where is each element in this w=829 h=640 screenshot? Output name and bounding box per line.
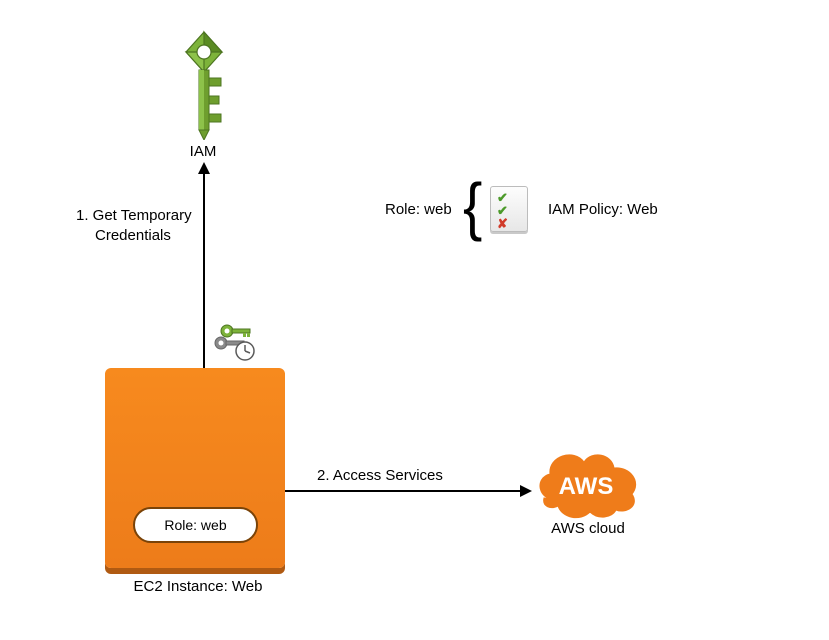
ec2-instance-box: Role: web bbox=[105, 368, 285, 568]
iam-key-icon bbox=[182, 30, 226, 145]
svg-text:AWS: AWS bbox=[559, 473, 614, 500]
ec2-role-text: Role: web bbox=[164, 517, 226, 533]
arrowhead-up-icon bbox=[198, 162, 210, 174]
iam-label: IAM bbox=[188, 143, 218, 160]
aws-cloud-icon: AWS bbox=[526, 440, 646, 525]
policy-label: IAM Policy: Web bbox=[548, 201, 658, 218]
curly-brace-icon: { bbox=[463, 175, 482, 239]
diagram-canvas: IAM 1. Get Temporary Credentials bbox=[0, 0, 829, 640]
ec2-caption: EC2 Instance: Web bbox=[113, 578, 283, 595]
ec2-role-pill: Role: web bbox=[133, 507, 258, 543]
policy-checklist-icon: ✔ ✔ ✘ bbox=[490, 186, 528, 232]
policy-role-label: Role: web bbox=[385, 201, 452, 218]
temp-credentials-icon bbox=[213, 323, 261, 368]
step2-label: 2. Access Services bbox=[317, 467, 443, 484]
step1-label-line2: Credentials bbox=[95, 227, 171, 244]
arrow-access-services bbox=[285, 490, 521, 492]
step1-label-line1: 1. Get Temporary bbox=[76, 207, 192, 224]
arrow-get-credentials bbox=[203, 173, 205, 368]
aws-cloud-caption: AWS cloud bbox=[548, 520, 628, 537]
